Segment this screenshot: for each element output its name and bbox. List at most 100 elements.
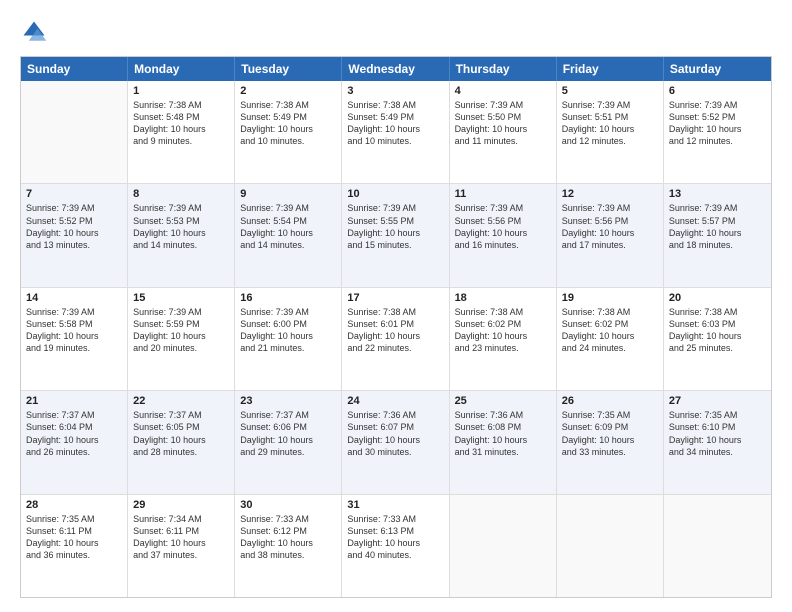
header	[20, 18, 772, 46]
calendar-cell: 21 Sunrise: 7:37 AM Sunset: 6:04 PM Dayli…	[21, 391, 128, 493]
day-info: Sunrise: 7:38 AM Sunset: 5:49 PM Dayligh…	[347, 99, 443, 148]
day-info: Sunrise: 7:39 AM Sunset: 5:55 PM Dayligh…	[347, 202, 443, 251]
header-day-friday: Friday	[557, 57, 664, 81]
calendar-cell: 27 Sunrise: 7:35 AM Sunset: 6:10 PM Dayli…	[664, 391, 771, 493]
day-info: Sunrise: 7:37 AM Sunset: 6:05 PM Dayligh…	[133, 409, 229, 458]
calendar-cell: 15 Sunrise: 7:39 AM Sunset: 5:59 PM Dayli…	[128, 288, 235, 390]
calendar-week-5: 28 Sunrise: 7:35 AM Sunset: 6:11 PM Dayli…	[21, 495, 771, 597]
day-info: Sunrise: 7:39 AM Sunset: 5:52 PM Dayligh…	[669, 99, 766, 148]
day-info: Sunrise: 7:34 AM Sunset: 6:11 PM Dayligh…	[133, 513, 229, 562]
calendar-week-1: 1Sunrise: 7:38 AM Sunset: 5:48 PM Daylig…	[21, 81, 771, 184]
day-info: Sunrise: 7:39 AM Sunset: 5:58 PM Dayligh…	[26, 306, 122, 355]
calendar-cell: 23Sunrise: 7:37 AM Sunset: 6:06 PM Dayli…	[235, 391, 342, 493]
calendar-week-2: 7 Sunrise: 7:39 AM Sunset: 5:52 PM Daylig…	[21, 184, 771, 287]
day-number: 24	[347, 395, 443, 407]
calendar-cell	[664, 495, 771, 597]
day-number: 25	[455, 395, 551, 407]
day-info: Sunrise: 7:38 AM Sunset: 5:48 PM Dayligh…	[133, 99, 229, 148]
header-day-monday: Monday	[128, 57, 235, 81]
calendar-cell: 16Sunrise: 7:39 AM Sunset: 6:00 PM Dayli…	[235, 288, 342, 390]
day-info: Sunrise: 7:39 AM Sunset: 6:00 PM Dayligh…	[240, 306, 336, 355]
day-number: 19	[562, 292, 658, 304]
header-day-saturday: Saturday	[664, 57, 771, 81]
day-number: 26	[562, 395, 658, 407]
calendar-header: SundayMondayTuesdayWednesdayThursdayFrid…	[21, 57, 771, 81]
calendar-cell: 22 Sunrise: 7:37 AM Sunset: 6:05 PM Dayli…	[128, 391, 235, 493]
calendar-week-3: 14 Sunrise: 7:39 AM Sunset: 5:58 PM Dayli…	[21, 288, 771, 391]
calendar-cell: 17 Sunrise: 7:38 AM Sunset: 6:01 PM Dayli…	[342, 288, 449, 390]
day-number: 10	[347, 188, 443, 200]
calendar-cell: 30Sunrise: 7:33 AM Sunset: 6:12 PM Dayli…	[235, 495, 342, 597]
day-info: Sunrise: 7:38 AM Sunset: 5:49 PM Dayligh…	[240, 99, 336, 148]
day-number: 29	[133, 499, 229, 511]
calendar-cell: 18Sunrise: 7:38 AM Sunset: 6:02 PM Dayli…	[450, 288, 557, 390]
calendar-cell: 8 Sunrise: 7:39 AM Sunset: 5:53 PM Daylig…	[128, 184, 235, 286]
calendar-cell: 11 Sunrise: 7:39 AM Sunset: 5:56 PM Dayli…	[450, 184, 557, 286]
day-number: 22	[133, 395, 229, 407]
day-number: 15	[133, 292, 229, 304]
day-info: Sunrise: 7:36 AM Sunset: 6:07 PM Dayligh…	[347, 409, 443, 458]
calendar-cell: 9 Sunrise: 7:39 AM Sunset: 5:54 PM Daylig…	[235, 184, 342, 286]
day-number: 11	[455, 188, 551, 200]
day-number: 17	[347, 292, 443, 304]
calendar-cell: 20 Sunrise: 7:38 AM Sunset: 6:03 PM Dayli…	[664, 288, 771, 390]
day-info: Sunrise: 7:37 AM Sunset: 6:04 PM Dayligh…	[26, 409, 122, 458]
day-info: Sunrise: 7:38 AM Sunset: 6:02 PM Dayligh…	[455, 306, 551, 355]
day-number: 28	[26, 499, 122, 511]
logo	[20, 18, 54, 46]
day-info: Sunrise: 7:33 AM Sunset: 6:13 PM Dayligh…	[347, 513, 443, 562]
day-info: Sunrise: 7:39 AM Sunset: 5:56 PM Dayligh…	[562, 202, 658, 251]
header-day-sunday: Sunday	[21, 57, 128, 81]
day-number: 31	[347, 499, 443, 511]
header-day-tuesday: Tuesday	[235, 57, 342, 81]
day-number: 4	[455, 85, 551, 97]
day-info: Sunrise: 7:39 AM Sunset: 5:54 PM Dayligh…	[240, 202, 336, 251]
calendar-cell: 2 Sunrise: 7:38 AM Sunset: 5:49 PM Daylig…	[235, 81, 342, 183]
day-info: Sunrise: 7:39 AM Sunset: 5:56 PM Dayligh…	[455, 202, 551, 251]
header-day-thursday: Thursday	[450, 57, 557, 81]
calendar-cell: 1Sunrise: 7:38 AM Sunset: 5:48 PM Daylig…	[128, 81, 235, 183]
day-number: 21	[26, 395, 122, 407]
day-info: Sunrise: 7:35 AM Sunset: 6:11 PM Dayligh…	[26, 513, 122, 562]
day-number: 8	[133, 188, 229, 200]
day-number: 7	[26, 188, 122, 200]
day-info: Sunrise: 7:35 AM Sunset: 6:10 PM Dayligh…	[669, 409, 766, 458]
day-number: 14	[26, 292, 122, 304]
calendar-cell: 25Sunrise: 7:36 AM Sunset: 6:08 PM Dayli…	[450, 391, 557, 493]
calendar-body: 1Sunrise: 7:38 AM Sunset: 5:48 PM Daylig…	[21, 81, 771, 597]
day-info: Sunrise: 7:38 AM Sunset: 6:01 PM Dayligh…	[347, 306, 443, 355]
day-number: 9	[240, 188, 336, 200]
day-info: Sunrise: 7:39 AM Sunset: 5:52 PM Dayligh…	[26, 202, 122, 251]
calendar-cell	[557, 495, 664, 597]
day-number: 2	[240, 85, 336, 97]
calendar-cell: 4 Sunrise: 7:39 AM Sunset: 5:50 PM Daylig…	[450, 81, 557, 183]
calendar-cell: 7 Sunrise: 7:39 AM Sunset: 5:52 PM Daylig…	[21, 184, 128, 286]
day-info: Sunrise: 7:39 AM Sunset: 5:53 PM Dayligh…	[133, 202, 229, 251]
day-number: 30	[240, 499, 336, 511]
day-info: Sunrise: 7:38 AM Sunset: 6:03 PM Dayligh…	[669, 306, 766, 355]
calendar-cell: 29 Sunrise: 7:34 AM Sunset: 6:11 PM Dayli…	[128, 495, 235, 597]
day-info: Sunrise: 7:35 AM Sunset: 6:09 PM Dayligh…	[562, 409, 658, 458]
calendar-cell	[450, 495, 557, 597]
calendar-week-4: 21 Sunrise: 7:37 AM Sunset: 6:04 PM Dayli…	[21, 391, 771, 494]
calendar-cell: 10 Sunrise: 7:39 AM Sunset: 5:55 PM Dayli…	[342, 184, 449, 286]
day-info: Sunrise: 7:39 AM Sunset: 5:50 PM Dayligh…	[455, 99, 551, 148]
page: SundayMondayTuesdayWednesdayThursdayFrid…	[0, 0, 792, 612]
day-info: Sunrise: 7:39 AM Sunset: 5:51 PM Dayligh…	[562, 99, 658, 148]
logo-icon	[20, 18, 48, 46]
calendar-cell: 13Sunrise: 7:39 AM Sunset: 5:57 PM Dayli…	[664, 184, 771, 286]
calendar-cell: 26 Sunrise: 7:35 AM Sunset: 6:09 PM Dayli…	[557, 391, 664, 493]
day-number: 12	[562, 188, 658, 200]
day-number: 27	[669, 395, 766, 407]
day-number: 5	[562, 85, 658, 97]
day-number: 20	[669, 292, 766, 304]
day-info: Sunrise: 7:39 AM Sunset: 5:59 PM Dayligh…	[133, 306, 229, 355]
day-number: 13	[669, 188, 766, 200]
day-number: 6	[669, 85, 766, 97]
calendar-cell: 12 Sunrise: 7:39 AM Sunset: 5:56 PM Dayli…	[557, 184, 664, 286]
calendar-cell: 19 Sunrise: 7:38 AM Sunset: 6:02 PM Dayli…	[557, 288, 664, 390]
calendar: SundayMondayTuesdayWednesdayThursdayFrid…	[20, 56, 772, 598]
day-number: 23	[240, 395, 336, 407]
calendar-cell	[21, 81, 128, 183]
day-info: Sunrise: 7:38 AM Sunset: 6:02 PM Dayligh…	[562, 306, 658, 355]
